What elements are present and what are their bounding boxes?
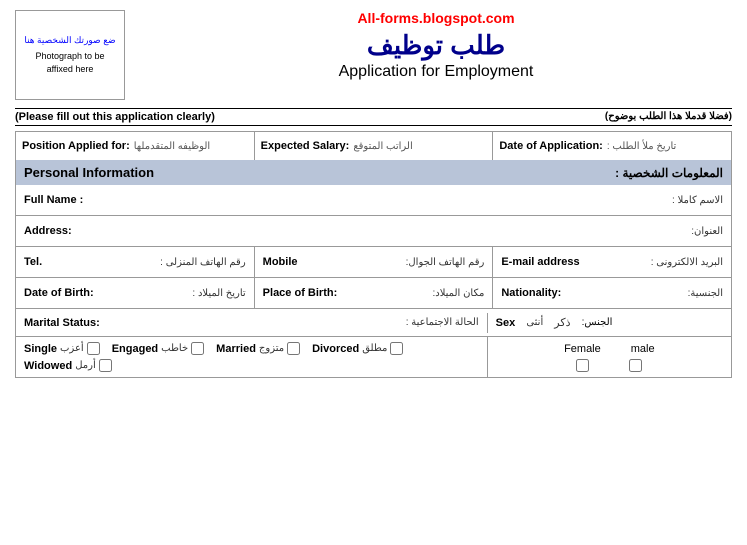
contact-row: Tel. رقم الهاتف المنزلى : Mobile رقم اله… — [15, 247, 732, 278]
pob-label-ar: مكان الميلاد: — [432, 288, 484, 299]
mobile-label-en: Mobile — [263, 256, 298, 268]
married-checkbox[interactable] — [287, 342, 300, 355]
position-arabic: الوظيفه المتقدملها — [134, 141, 210, 152]
photo-arabic-text: ضع صورتك الشخصية هنا — [24, 35, 115, 47]
mobile-cell: Mobile رقم الهاتف الجوال: — [255, 247, 494, 277]
address-label-en: Address: — [24, 225, 72, 237]
date-cell: Date of Application: تاريخ ملأ الطلب : — [493, 132, 731, 160]
male-checkbox[interactable] — [629, 359, 642, 372]
personal-info-label-en: Personal Information — [24, 165, 154, 180]
arabic-title: طلب توظيف — [140, 30, 732, 61]
nationality-label-ar: الجنسية: — [688, 288, 723, 299]
checkbox-divorced: Divorced مطلق — [312, 342, 403, 355]
header-center: All-forms.blogspot.com طلب توظيف Applica… — [140, 10, 732, 81]
sex-checkboxes: Female male — [488, 337, 731, 377]
fullname-label-ar: الاسم كاملا : — [672, 195, 723, 206]
salary-label: Expected Salary: — [261, 140, 350, 152]
sex-label-ar: الجنس: — [582, 317, 613, 328]
instructions-english: (Please fill out this application clearl… — [15, 111, 215, 123]
salary-arabic: الراتب المتوقع — [353, 141, 412, 152]
marital-header-row: Marital Status: الحالة الاجتماعية : Sex … — [15, 309, 732, 337]
fullname-row: Full Name : الاسم كاملا : — [15, 185, 732, 216]
email-label-ar: البريد الالكترونى : — [651, 257, 723, 268]
dob-label-ar: تاريخ الميلاد : — [192, 288, 245, 299]
date-arabic: تاريخ ملأ الطلب : — [607, 141, 677, 152]
email-label-en: E-mail address — [501, 256, 579, 268]
fullname-cell: Full Name : الاسم كاملا : — [16, 185, 731, 215]
instructions-row: (Please fill out this application clearl… — [15, 108, 732, 126]
personal-info-label-ar: المعلومات الشخصية : — [615, 166, 723, 180]
single-label-en: Single — [24, 343, 57, 355]
sex-cell: Sex أنثى ذكر الجنس: — [488, 312, 731, 333]
checkbox-widowed: Widowed أرمل — [24, 359, 112, 372]
tel-label-en: Tel. — [24, 256, 42, 268]
email-cell: E-mail address البريد الالكترونى : — [493, 247, 731, 277]
engaged-label-ar: خاطب — [161, 343, 188, 354]
widowed-label-en: Widowed — [24, 360, 72, 372]
marital-checkboxes: Single أعزب Engaged خاطب Married متزوج D… — [16, 337, 488, 377]
address-row: Address: العنوان: — [15, 216, 732, 247]
single-checkbox[interactable] — [87, 342, 100, 355]
sex-male-ar: ذكر — [554, 316, 570, 329]
sex-label-en: Sex — [496, 317, 516, 329]
instructions-arabic: (فضلا قدملا هذا الطلب بوضوح) — [605, 111, 732, 123]
widowed-checkbox[interactable] — [99, 359, 112, 372]
dob-cell: Date of Birth: تاريخ الميلاد : — [16, 278, 255, 308]
address-label-ar: العنوان: — [691, 226, 723, 237]
pob-cell: Place of Birth: مكان الميلاد: — [255, 278, 494, 308]
sex-female-ar: أنثى — [526, 317, 543, 328]
marital-label-cell: Marital Status: الحالة الاجتماعية : — [16, 313, 488, 333]
position-row: Position Applied for: الوظيفه المتقدملها… — [15, 131, 732, 160]
marital-checkbox-row: Single أعزب Engaged خاطب Married متزوج D… — [15, 337, 732, 378]
dob-row: Date of Birth: تاريخ الميلاد : Place of … — [15, 278, 732, 309]
english-title: Application for Employment — [140, 63, 732, 81]
fullname-label-en: Full Name : — [24, 194, 83, 206]
pob-label-en: Place of Birth: — [263, 287, 338, 299]
divorced-checkbox[interactable] — [390, 342, 403, 355]
engaged-checkbox[interactable] — [191, 342, 204, 355]
single-label-ar: أعزب — [60, 343, 84, 354]
salary-cell: Expected Salary: الراتب المتوقع — [255, 132, 494, 160]
divorced-label-ar: مطلق — [362, 343, 387, 354]
site-url: All-forms.blogspot.com — [140, 10, 732, 26]
date-label: Date of Application: — [499, 140, 602, 152]
widowed-label-ar: أرمل — [75, 360, 96, 371]
checkbox-single: Single أعزب — [24, 342, 100, 355]
sex-labels: Female male — [564, 343, 655, 355]
header-section: ضع صورتك الشخصية هنا Photograph to beaff… — [15, 10, 732, 100]
checkbox-married: Married متزوج — [216, 342, 300, 355]
male-label-en: male — [631, 343, 655, 355]
personal-info-header: Personal Information المعلومات الشخصية : — [15, 160, 732, 185]
female-label-en: Female — [564, 343, 601, 355]
address-cell: Address: العنوان: — [16, 216, 731, 246]
nationality-cell: Nationality: الجنسية: — [493, 278, 731, 308]
female-checkbox[interactable] — [576, 359, 589, 372]
dob-label-en: Date of Birth: — [24, 287, 94, 299]
position-label: Position Applied for: — [22, 140, 130, 152]
photo-english-text: Photograph to beaffixed here — [35, 50, 104, 75]
nationality-label-en: Nationality: — [501, 287, 561, 299]
engaged-label-en: Engaged — [112, 343, 158, 355]
position-cell: Position Applied for: الوظيفه المتقدملها — [16, 132, 255, 160]
married-label-en: Married — [216, 343, 256, 355]
married-label-ar: متزوج — [259, 343, 284, 354]
marital-label-ar: الحالة الاجتماعية : — [406, 317, 479, 328]
tel-cell: Tel. رقم الهاتف المنزلى : — [16, 247, 255, 277]
divorced-label-en: Divorced — [312, 343, 359, 355]
marital-label-en: Marital Status: — [24, 317, 100, 329]
checkbox-engaged: Engaged خاطب — [112, 342, 204, 355]
sex-checkbox-inputs — [576, 359, 642, 372]
mobile-label-ar: رقم الهاتف الجوال: — [406, 257, 485, 268]
tel-label-ar: رقم الهاتف المنزلى : — [160, 257, 246, 268]
photo-box: ضع صورتك الشخصية هنا Photograph to beaff… — [15, 10, 125, 100]
